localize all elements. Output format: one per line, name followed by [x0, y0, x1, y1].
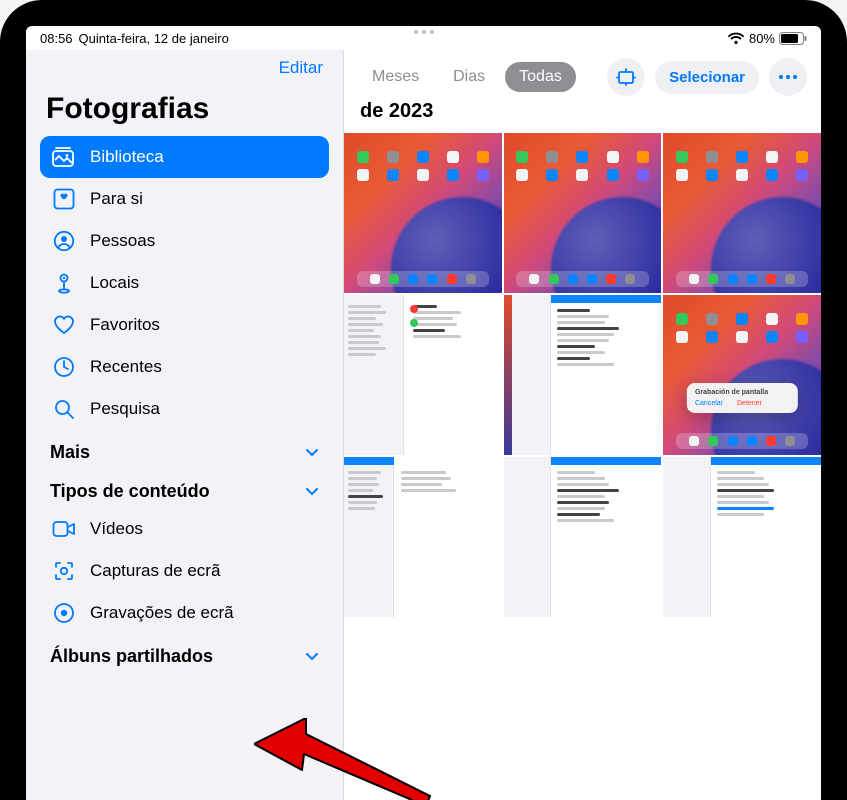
popup-stop: Detener: [737, 400, 762, 407]
tab-months[interactable]: Meses: [358, 62, 433, 92]
photo-thumb[interactable]: [504, 457, 662, 617]
photo-thumb[interactable]: [344, 457, 502, 617]
tab-days[interactable]: Dias: [439, 62, 499, 92]
drag-indicator-dots: [414, 30, 434, 34]
sidebar-item-label: Vídeos: [90, 519, 143, 539]
library-icon: [52, 145, 76, 169]
photo-thumb[interactable]: [663, 133, 821, 293]
ipad-frame: 08:56 Quinta-feira, 12 de janeiro 80% Ed…: [0, 0, 847, 800]
photo-grid: Grabación de pantalla Cancelar Detener: [344, 133, 821, 800]
search-icon: [52, 397, 76, 421]
screen: 08:56 Quinta-feira, 12 de janeiro 80% Ed…: [26, 26, 821, 800]
tab-all[interactable]: Todas: [505, 62, 576, 92]
foryou-icon: [52, 187, 76, 211]
status-time: 08:56: [40, 31, 73, 46]
section-types[interactable]: Tipos de conteúdo: [40, 469, 329, 508]
photo-thumb[interactable]: [504, 133, 662, 293]
sidebar-item-screenshots[interactable]: Capturas de ecrã: [40, 550, 329, 592]
sidebar-item-label: Para si: [90, 189, 143, 209]
section-label: Mais: [50, 442, 90, 463]
main-content: Meses Dias Todas Selecionar de 2023: [344, 50, 821, 800]
chevron-down-icon: [305, 448, 319, 458]
sidebar-item-favorites[interactable]: Favoritos: [40, 304, 329, 346]
sidebar-item-library[interactable]: Biblioteca: [40, 136, 329, 178]
sidebar-item-label: Biblioteca: [90, 147, 164, 167]
wifi-icon: [727, 32, 745, 45]
section-shared[interactable]: Álbuns partilhados: [40, 634, 329, 673]
photo-thumb[interactable]: [344, 133, 502, 293]
sidebar-item-foryou[interactable]: Para si: [40, 178, 329, 220]
chevron-down-icon: [305, 652, 319, 662]
select-button[interactable]: Selecionar: [655, 61, 759, 94]
popup-title: Grabación de pantalla: [695, 389, 789, 396]
section-label: Tipos de conteúdo: [50, 481, 210, 502]
battery-percentage: 80%: [749, 31, 775, 46]
chevron-down-icon: [305, 487, 319, 497]
popup-cancel: Cancelar: [695, 400, 723, 407]
video-icon: [52, 517, 76, 541]
view-segmented-control: Meses Dias Todas: [358, 62, 576, 92]
sidebar-item-label: Locais: [90, 273, 139, 293]
photo-thumb[interactable]: Grabación de pantalla Cancelar Detener: [663, 295, 821, 455]
sidebar-item-label: Recentes: [90, 357, 162, 377]
sidebar-item-label: Capturas de ecrã: [90, 561, 220, 581]
section-label: Álbuns partilhados: [50, 646, 213, 667]
sidebar-item-label: Gravações de ecrã: [90, 603, 234, 623]
edit-button[interactable]: Editar: [273, 54, 329, 82]
photo-thumb[interactable]: [344, 295, 502, 455]
sidebar-item-places[interactable]: Locais: [40, 262, 329, 304]
sidebar-item-people[interactable]: Pessoas: [40, 220, 329, 262]
sidebar-item-label: Favoritos: [90, 315, 160, 335]
sidebar-item-screenrecordings[interactable]: Gravações de ecrã: [40, 592, 329, 634]
places-icon: [52, 271, 76, 295]
photo-thumb[interactable]: [663, 457, 821, 617]
battery-icon: [779, 32, 807, 45]
clock-icon: [52, 355, 76, 379]
section-heading: de 2023: [360, 100, 433, 123]
ellipsis-icon: [778, 74, 798, 80]
section-more[interactable]: Mais: [40, 430, 329, 469]
sidebar-title: Fotografias: [40, 88, 329, 136]
sidebar-item-search[interactable]: Pesquisa: [40, 388, 329, 430]
aspect-button[interactable]: [607, 58, 645, 96]
people-icon: [52, 229, 76, 253]
sidebar-item-videos[interactable]: Vídeos: [40, 508, 329, 550]
aspect-icon: [616, 68, 636, 86]
sidebar-item-recents[interactable]: Recentes: [40, 346, 329, 388]
status-date: Quinta-feira, 12 de janeiro: [79, 31, 229, 46]
sidebar-item-label: Pesquisa: [90, 399, 160, 419]
toolbar: Meses Dias Todas Selecionar: [344, 50, 821, 100]
photo-thumb[interactable]: [504, 295, 662, 455]
record-icon: [52, 601, 76, 625]
screenshot-icon: [52, 559, 76, 583]
more-button[interactable]: [769, 58, 807, 96]
heart-icon: [52, 313, 76, 337]
sidebar-item-label: Pessoas: [90, 231, 155, 251]
sidebar: Editar Fotografias Biblioteca Para si: [26, 50, 344, 800]
